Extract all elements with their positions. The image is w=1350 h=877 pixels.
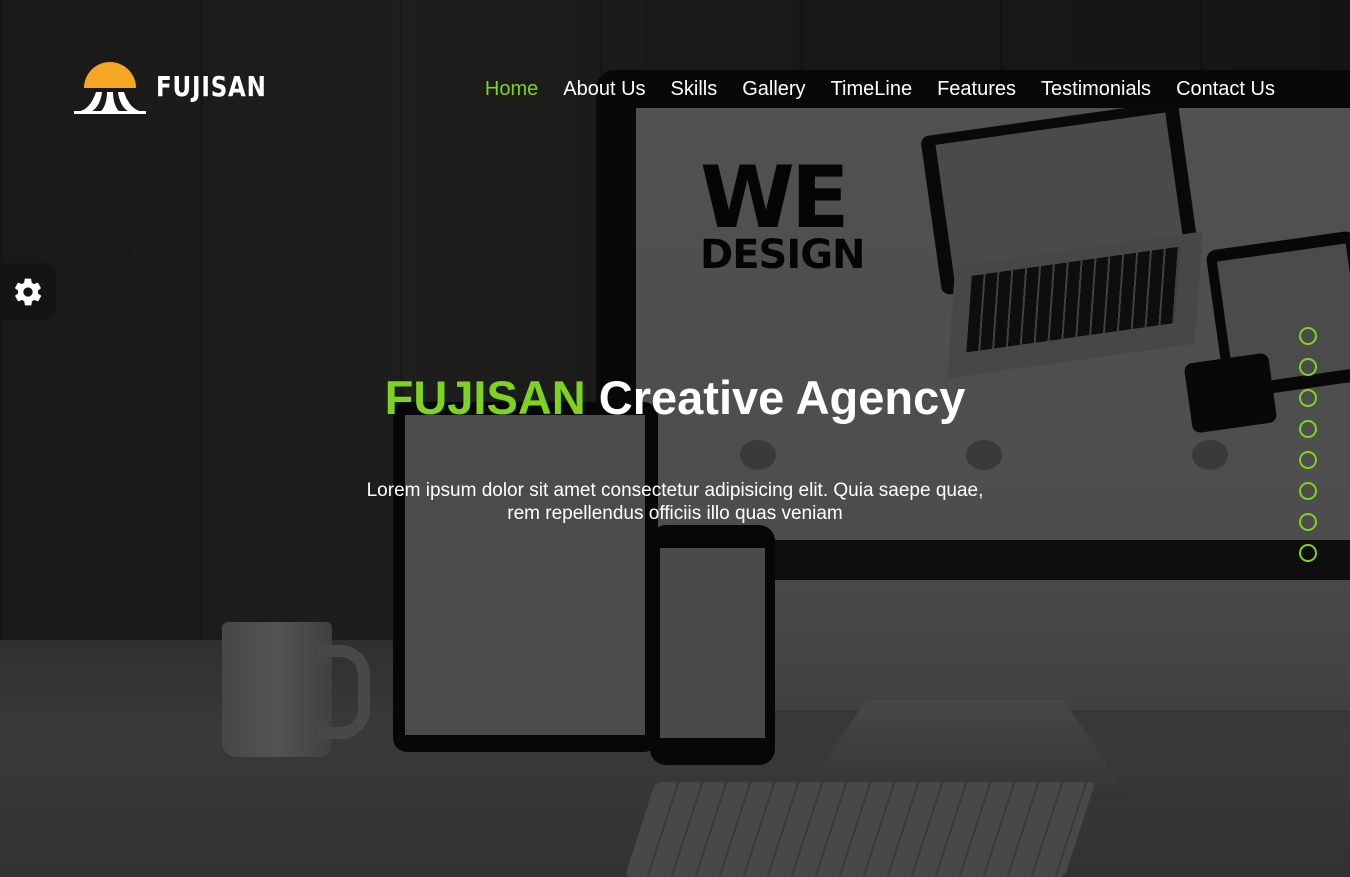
gear-icon [14,278,42,305]
section-dots-nav [1299,327,1317,562]
logo-text: FUJISAN [156,69,267,103]
hero-title-brand: FUJISAN [384,371,586,424]
nav-item-skills[interactable]: Skills [671,78,718,101]
section-dot-4[interactable] [1299,420,1317,438]
hero-title: FUJISAN Creative Agency [0,370,1350,425]
nav-item-gallery[interactable]: Gallery [742,78,805,101]
nav-item-contact-us[interactable]: Contact Us [1176,78,1275,101]
hero-subtitle-line-1: Lorem ipsum dolor sit amet consectetur a… [366,480,984,501]
section-dot-6[interactable] [1299,482,1317,500]
main-nav: Home About Us Skills Gallery TimeLine Fe… [485,78,1275,101]
nav-item-testimonials[interactable]: Testimonials [1041,78,1151,101]
nav-item-timeline[interactable]: TimeLine [831,78,913,101]
nav-item-about-us[interactable]: About Us [563,78,645,101]
nav-item-home[interactable]: Home [485,78,538,101]
hero-title-rest: Creative Agency [598,371,966,424]
section-dot-2[interactable] [1299,358,1317,376]
site-logo[interactable]: FUJISAN [72,56,291,116]
settings-panel-toggle[interactable] [0,263,56,320]
section-dot-1[interactable] [1299,327,1317,345]
hero-subtitle: Lorem ipsum dolor sit amet consectetur a… [0,479,1350,525]
section-dot-8[interactable] [1299,544,1317,562]
section-dot-7[interactable] [1299,513,1317,531]
section-dot-3[interactable] [1299,389,1317,407]
hero-background-image: WEDESIGN [0,0,1350,877]
section-dot-5[interactable] [1299,451,1317,469]
nav-item-features[interactable]: Features [937,78,1016,101]
mount-fuji-sun-icon [74,62,146,114]
hero-subtitle-line-2: rem repellendus officiis illo quas venia… [507,503,843,524]
